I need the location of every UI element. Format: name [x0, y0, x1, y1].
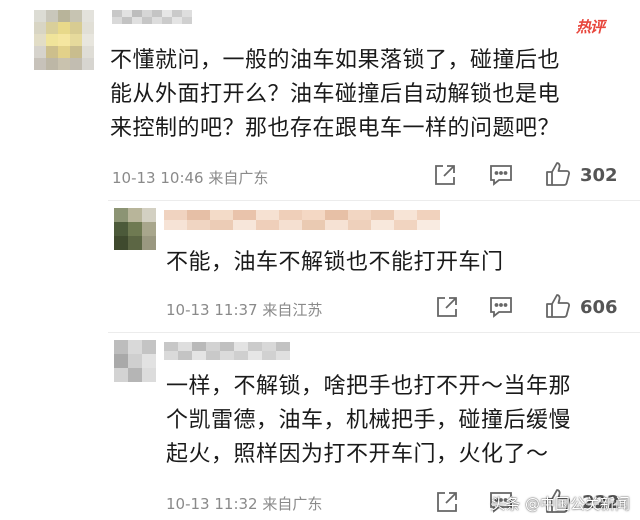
divider: [108, 200, 640, 201]
reply-icon[interactable]: [488, 162, 514, 188]
comment-meta: 10-13 11:37 来自江苏: [166, 301, 323, 319]
comment-meta: 10-13 11:32 来自广东: [166, 495, 323, 513]
comment-text: 不懂就问，一般的油车如果落锁了，碰撞后也 能从外面打开么？油车碰撞后自动解锁也是…: [110, 44, 560, 146]
avatar[interactable]: [34, 10, 94, 70]
comment-line: 起火，照样因为打不开车门，火化了～: [166, 442, 549, 467]
share-icon[interactable]: [434, 294, 460, 320]
username[interactable]: [112, 10, 192, 24]
hot-comment-badge: 热评: [576, 18, 605, 36]
like-icon[interactable]: [544, 160, 572, 188]
share-icon[interactable]: [434, 489, 460, 515]
comment-line: 不懂就问，一般的油车如果落锁了，碰撞后也: [110, 48, 561, 73]
username[interactable]: [164, 342, 290, 360]
watermark: 头条 @中国公关新闻: [490, 495, 630, 513]
comment-line: 不能，油车不解锁也不能打开车门: [166, 250, 504, 275]
comment-line: 个凯雷德，油车，机械把手，碰撞后缓慢: [166, 408, 572, 433]
comment-text: 一样，不解锁，啥把手也打不开～当年那 个凯雷德，油车，机械把手，碰撞后缓慢 起火…: [166, 370, 571, 472]
comment-line: 能从外面打开么？油车碰撞后自动解锁也是电: [110, 82, 561, 107]
like-count: 302: [580, 165, 618, 186]
comment-line: 来控制的吧？那也存在跟电车一样的问题吧？: [110, 116, 561, 141]
like-icon[interactable]: [544, 292, 572, 320]
like-count: 606: [580, 297, 618, 318]
comment-meta: 10-13 10:46 来自广东: [112, 169, 269, 187]
reply-icon[interactable]: [488, 294, 514, 320]
username[interactable]: [164, 210, 440, 230]
comment-text: 不能，油车不解锁也不能打开车门: [166, 246, 504, 280]
divider: [108, 332, 640, 333]
share-icon[interactable]: [432, 162, 458, 188]
avatar[interactable]: [114, 208, 156, 250]
avatar[interactable]: [114, 340, 156, 382]
comment-line: 一样，不解锁，啥把手也打不开～当年那: [166, 374, 572, 399]
